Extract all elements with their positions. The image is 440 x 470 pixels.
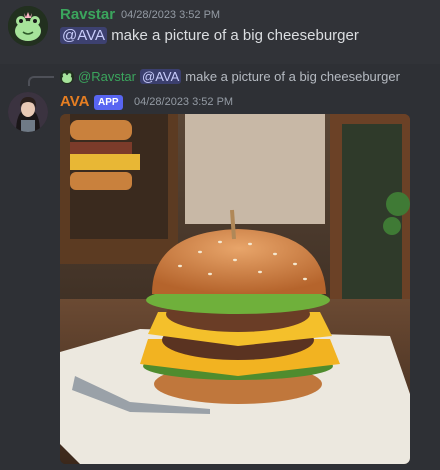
reply-avatar-icon: [60, 69, 74, 84]
ava-avatar[interactable]: [8, 92, 48, 132]
author-name[interactable]: AVA: [60, 93, 89, 110]
reply-mention[interactable]: @AVA: [140, 69, 182, 84]
reply-author[interactable]: @Ravstar: [78, 69, 136, 84]
generated-cheeseburger-image[interactable]: [60, 114, 410, 464]
message-content: @AVA make a picture of a big cheeseburge…: [60, 27, 359, 44]
mention[interactable]: @AVA: [60, 27, 108, 44]
reply-preview[interactable]: @Ravstar @AVA make a picture of a big ch…: [60, 69, 400, 84]
app-badge: APP: [94, 95, 123, 110]
timestamp: 04/28/2023 3:52 PM: [134, 96, 234, 108]
ravstar-avatar[interactable]: [8, 6, 48, 46]
reply-connector: [28, 76, 54, 86]
frog-avatar-icon: [8, 6, 48, 46]
message-ravstar: Ravstar 04/28/2023 3:52 PM @AVA make a p…: [0, 0, 440, 62]
message-text: make a picture of a big cheeseburger: [111, 27, 359, 44]
timestamp: 04/28/2023 3:52 PM: [121, 9, 221, 21]
reply-text: make a picture of a big cheeseburger: [185, 69, 400, 84]
bot-avatar-icon: [8, 92, 48, 132]
author-name[interactable]: Ravstar: [60, 6, 115, 23]
